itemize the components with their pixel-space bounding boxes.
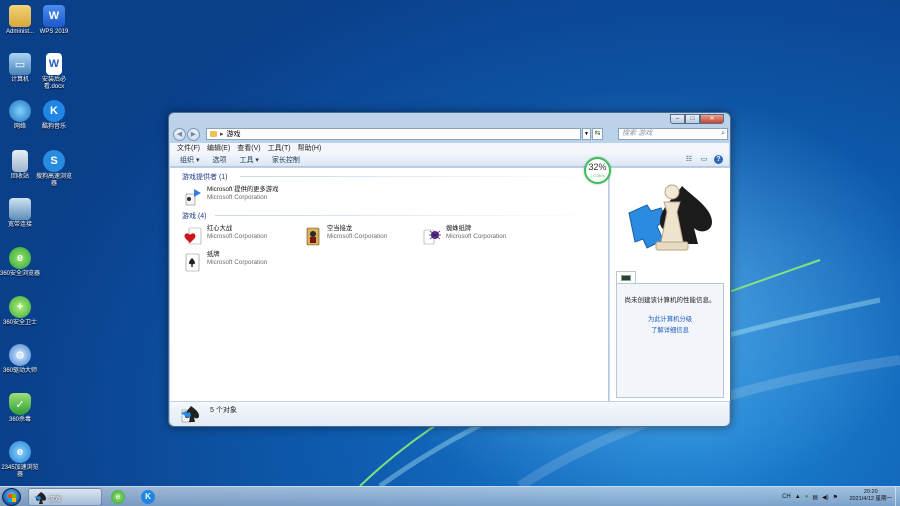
address-dropdown-button[interactable]: ▼ [582,128,591,140]
360-security-icon: + [9,296,31,318]
speaker-icon[interactable]: ◀) [822,494,829,501]
broadband-icon [9,198,31,220]
360-browser-icon: e [111,490,125,504]
minimize-button[interactable]: – [670,114,685,124]
search-icon: ⌕ [721,130,725,137]
clock[interactable]: 20:20 2021/4/12 星期一 [850,489,893,503]
list-item-solitaire[interactable]: 纸牌 Microsoft Corporation [182,251,267,273]
organize-button[interactable]: 组织 ▾ [180,155,199,165]
games-folder-icon [210,131,217,137]
360-driver-icon: ⚙ [9,344,31,366]
parental-controls-button[interactable]: 家长控制 [272,155,300,165]
item-count: 5 个对象 [210,407,237,414]
desktop-icon-kugou[interactable]: K 酷狗音乐 [34,100,74,131]
preview-pane: 尚未创建该计算机的性能信息。 为此计算机分级 了解详细信息 [609,168,730,401]
360-browser-icon: e [9,247,31,269]
preview-pane-icon[interactable]: ▭ [699,155,709,164]
taskbar-button-games[interactable]: 游戏 [28,488,102,506]
games-explorer-window[interactable]: – □ ✕ ◀ ▶ ▸ 游戏 ▼ ⇆ 搜索 游戏 ⌕ 文件(F) 编辑(E) 查… [168,112,731,427]
360-tray-icon[interactable]: ● [805,494,809,500]
more-games-icon [182,186,204,208]
recycle-bin-icon [12,150,28,172]
list-item-more-games[interactable]: Microsoft 提供的更多游戏 Microsoft Corporation [182,186,278,208]
breadcrumb-games[interactable]: 游戏 [227,129,241,139]
taskbar: 游戏 e K CH ▲ ● ▤ ◀) ⚑ 20:20 2021/4/12 星期一 [0,486,900,506]
taskbar-button-kugou[interactable]: K [138,488,158,506]
desktop-icon-broadband[interactable]: 宽带连接 [0,198,40,229]
address-bar[interactable]: ▸ 游戏 [206,128,581,140]
2345-browser-icon: e [9,441,31,463]
rate-computer-link[interactable]: 为此计算机分级 [617,314,723,323]
input-language-indicator[interactable]: CH [782,494,791,500]
kugou-icon: K [43,100,65,122]
menu-bar: 文件(F) 编辑(E) 查看(V) 工具(T) 帮助(H) [170,143,729,153]
games-chess-puzzle-icon [628,184,712,251]
wps-icon: W [43,5,65,27]
solitaire-icon [182,251,204,273]
group-header-games[interactable]: 游戏 (4) [182,211,207,221]
breadcrumb-arrow-icon: ▸ [220,131,224,138]
group-divider [240,176,600,177]
learn-more-link[interactable]: 了解详细信息 [617,325,723,334]
view-options-icon[interactable]: ☷ [684,155,694,164]
games-list: 游戏提供者 (1) Microsoft 提供的更多游戏 Microsoft Co… [170,168,608,401]
windows-logo-icon [8,494,16,502]
start-button[interactable] [2,488,21,506]
spider-solitaire-icon [421,225,443,247]
360-antivirus-icon: ✓ [9,393,31,415]
forward-button[interactable]: ▶ [187,127,200,141]
refresh-button[interactable]: ⇆ [592,128,603,140]
tray-expand-icon[interactable]: ▲ [795,494,801,500]
desktop-icon-360-antivirus[interactable]: ✓ 360杀毒 [0,393,40,424]
menu-tools[interactable]: 工具(T) [268,143,291,153]
list-item-freecell[interactable]: 空当接龙 Microsoft Corporation [302,225,387,247]
command-bar: 组织 ▾ 选项 工具 ▾ 家长控制 ☷ ▭ ? [170,153,729,167]
menu-view[interactable]: 查看(V) [237,143,260,153]
help-icon[interactable]: ? [714,155,723,164]
word-document-icon: W [46,53,62,75]
user-folder-icon [9,5,31,27]
options-button[interactable]: 选项 [212,155,226,165]
group-divider [215,215,600,216]
freecell-icon [302,225,324,247]
details-pane: 5 个对象 [170,401,729,426]
network-tray-icon[interactable]: ▤ [812,494,818,501]
back-button[interactable]: ◀ [173,127,186,141]
flag-tray-icon[interactable]: ⚑ [833,494,838,501]
desktop-icon-sogou[interactable]: S 搜狗高速浏览器 [34,150,74,188]
hearts-icon [182,225,204,247]
list-item-hearts[interactable]: 红心大战 Microsoft Corporation [182,225,267,247]
performance-tab[interactable] [616,271,636,283]
caption-buttons: – □ ✕ [670,114,724,124]
computer-icon: ▭ [9,53,31,75]
network-icon [9,100,31,122]
taskbar-button-360-browser[interactable]: e [108,488,128,506]
maximize-button[interactable]: □ [685,114,700,124]
list-item-spider-solitaire[interactable]: 蜘蛛纸牌 Microsoft Corporation [421,225,506,247]
search-input[interactable]: 搜索 游戏 ⌕ [618,128,728,140]
desktop-icon-wps[interactable]: W WPS 2019 [34,5,74,36]
group-header-providers[interactable]: 游戏提供者 (1) [182,172,228,182]
show-desktop-button[interactable] [895,487,900,506]
close-button[interactable]: ✕ [700,114,724,124]
performance-icon [621,275,631,281]
performance-info-box: 尚未创建该计算机的性能信息。 为此计算机分级 了解详细信息 [616,283,724,398]
network-speed-meter[interactable]: 32% ↓ 0.2K/s [584,157,611,184]
desktop-icon-360-browser[interactable]: e 360安全浏览器 [0,247,40,278]
system-tray: CH ▲ ● ▤ ◀) ⚑ [778,488,838,506]
desktop-icon-360-driver[interactable]: ⚙ 360驱动大师 [0,344,40,375]
kugou-icon: K [141,490,155,504]
tools-button[interactable]: 工具 ▾ [239,155,258,165]
sogou-browser-icon: S [43,150,65,172]
menu-help[interactable]: 帮助(H) [298,143,322,153]
desktop-icon-docx[interactable]: W 安装后必看.docx [34,53,74,91]
menu-edit[interactable]: 编辑(E) [207,143,230,153]
games-folder-large-icon [181,406,199,423]
navigation-bar: ◀ ▶ ▸ 游戏 ▼ ⇆ 搜索 游戏 ⌕ [173,127,728,141]
menu-file[interactable]: 文件(F) [177,143,200,153]
games-taskbar-icon [34,492,46,504]
desktop-icon-360-security[interactable]: + 360安全卫士 [0,296,40,327]
desktop-icon-2345-browser[interactable]: e 2345加速浏览器 [0,441,40,479]
